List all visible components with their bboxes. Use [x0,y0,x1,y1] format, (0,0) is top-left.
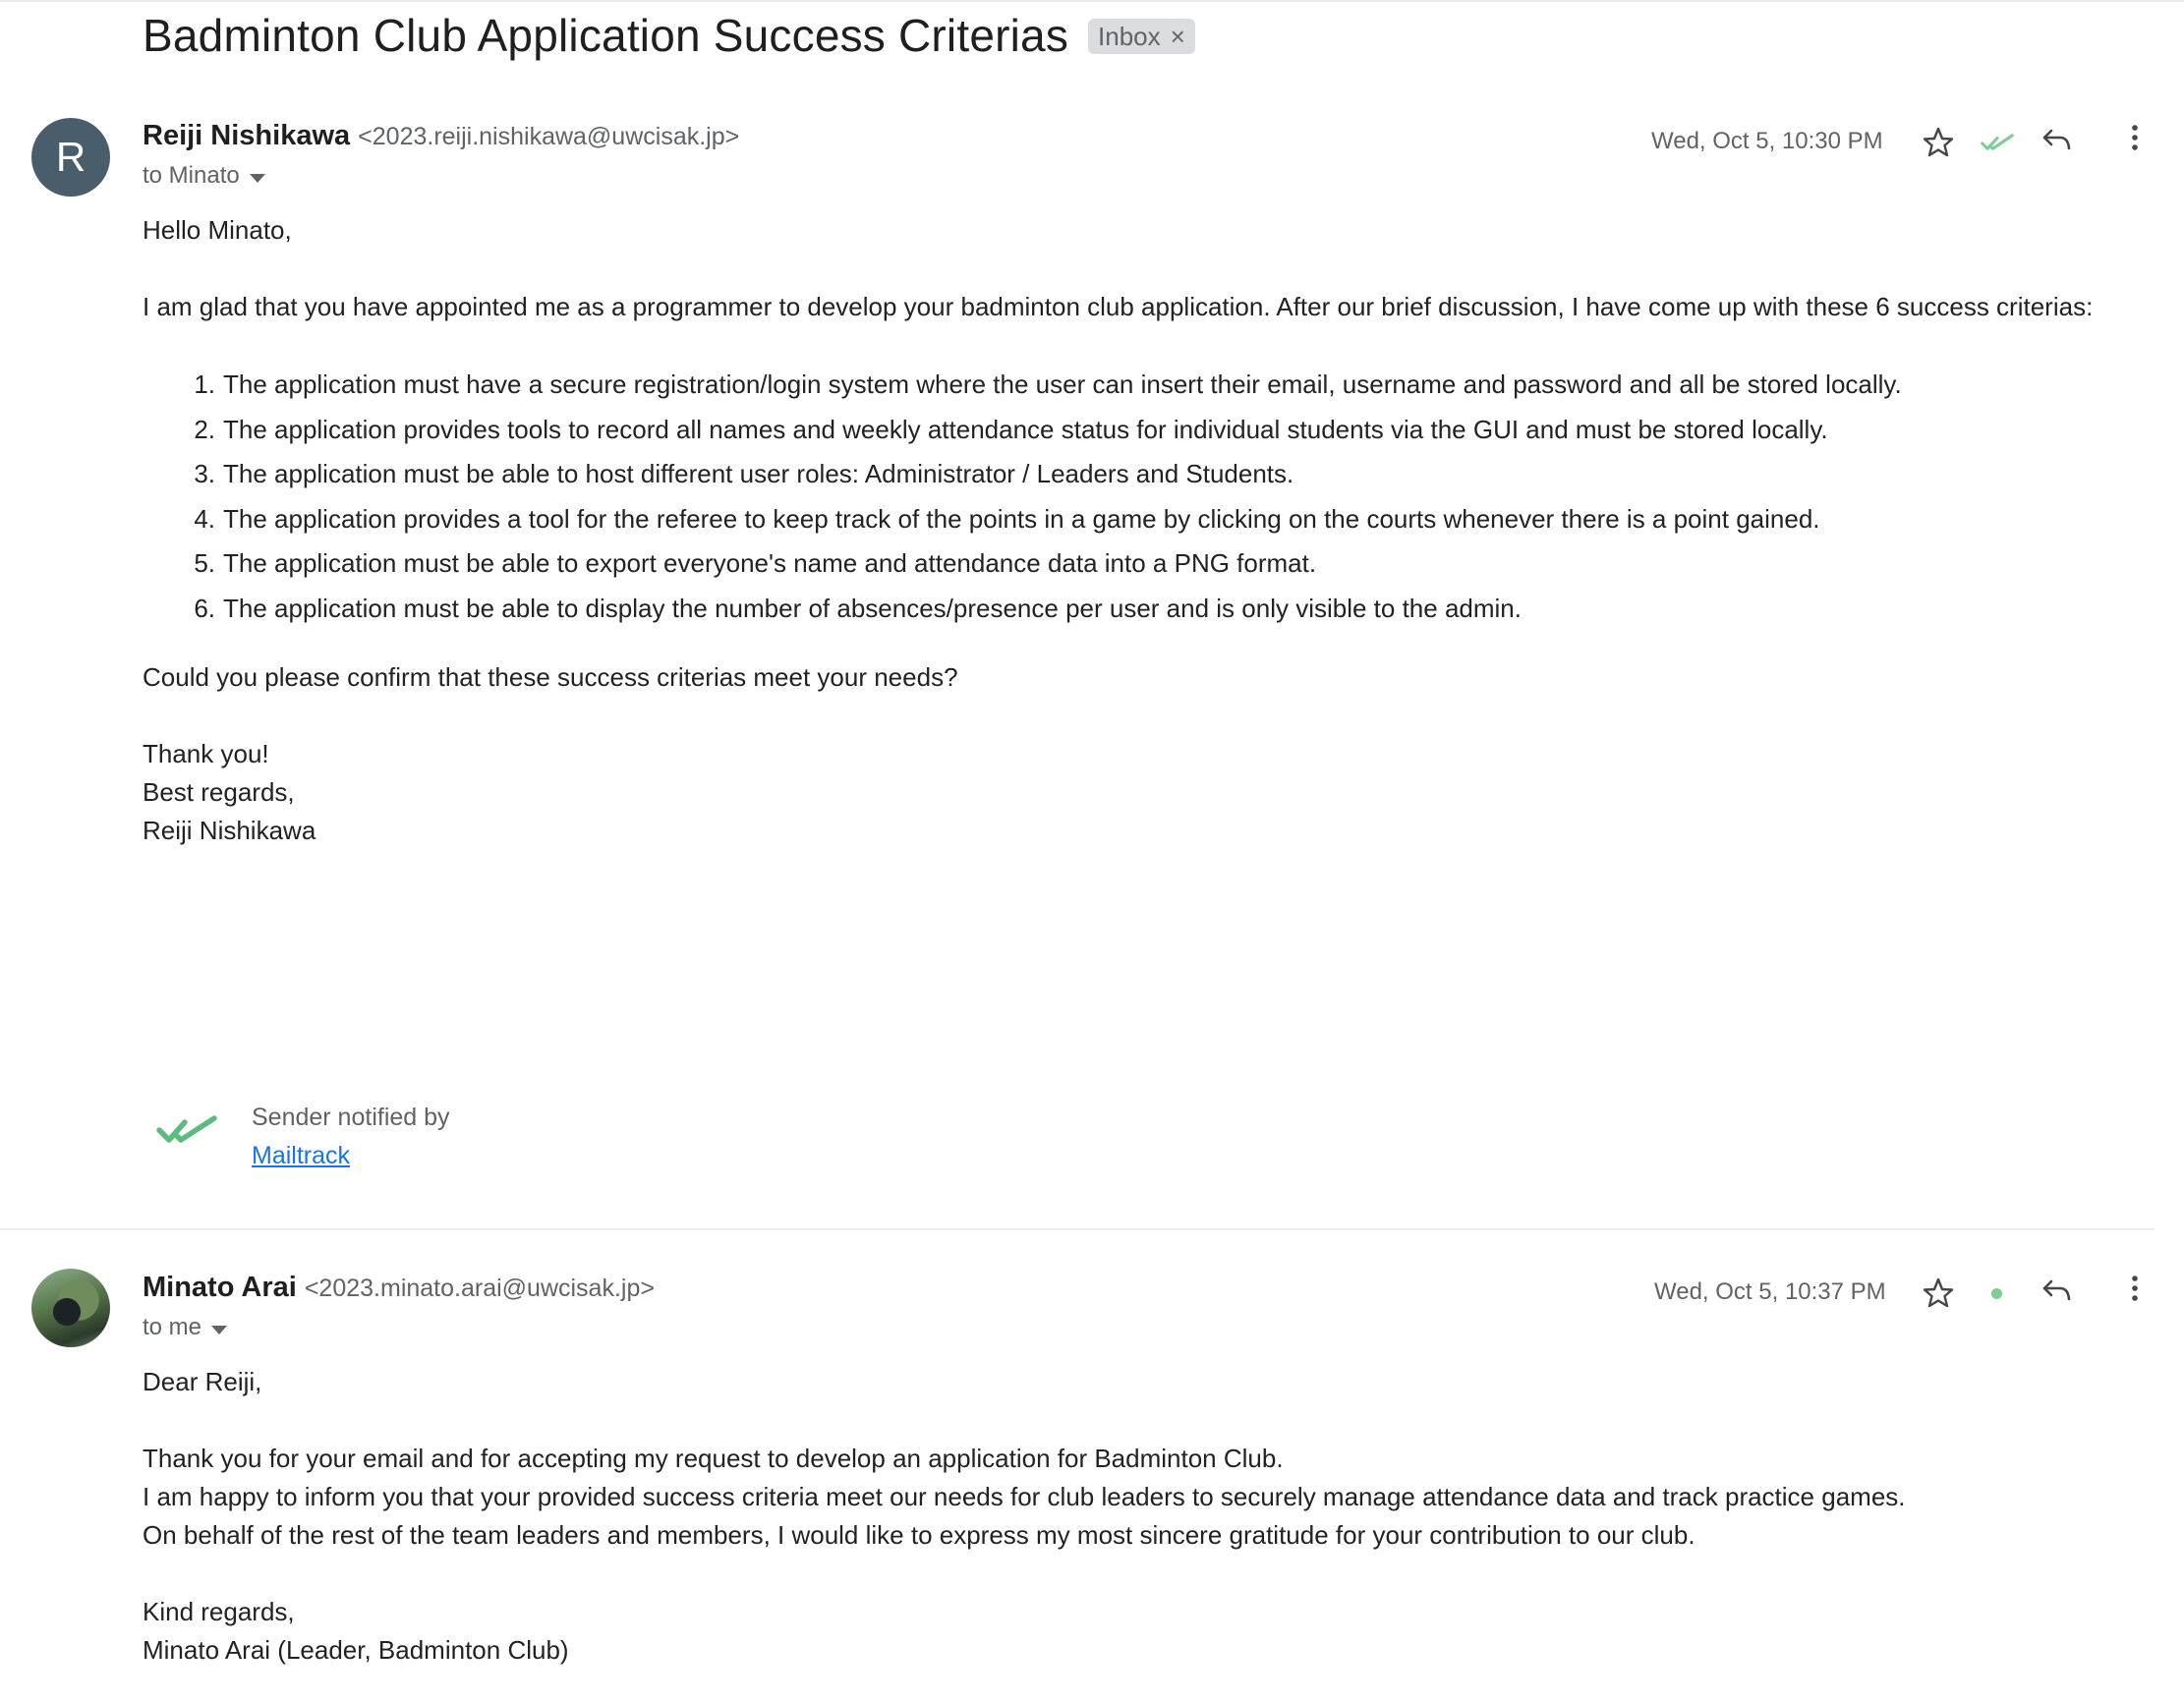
list-item: 4. The application provides a tool for th… [143,497,1902,542]
list-item: 5. The application must be able to export… [143,541,1902,587]
email-thread-view: Badminton Club Application Success Crite… [0,0,2184,1702]
message2-signature: Minato Arai (Leader, Badminton Club) [143,1635,569,1665]
mailtrack-check-icon [155,1110,220,1155]
message1-sender-line: Reiji Nishikawa <2023.reiji.nishikawa@uw… [143,120,739,152]
list-number: 5. [194,548,215,579]
star-icon[interactable] [1917,1272,1960,1315]
remove-label-icon[interactable]: × [1171,24,1185,49]
list-item: 6. The application must be able to displa… [143,587,1902,632]
list-item-text: The application provides tools to record… [223,414,1828,444]
list-item-text: The application must be able to host dif… [223,459,1294,489]
mailtrack-note-text: Sender notified by [252,1104,450,1131]
list-item-text: The application must have a secure regis… [223,369,1902,399]
message1-question: Could you please confirm that these succ… [143,662,958,692]
list-item: 1. The application must have a secure reg… [143,363,1902,408]
sender-email: <2023.minato.arai@uwcisak.jp> [304,1275,655,1302]
message1-greeting: Hello Minato, [143,215,292,245]
more-options-icon[interactable] [2113,116,2156,159]
thread-subject: Badminton Club Application Success Crite… [143,10,1069,61]
message2-line-1: Thank you for your email and for accepti… [143,1444,1284,1473]
inbox-label-chip[interactable]: Inbox × [1088,19,1195,54]
chevron-down-icon [249,173,265,183]
top-border [0,0,2184,2]
list-item-text: The application provides a tool for the … [223,503,1820,534]
label-chip-text: Inbox [1098,21,1161,51]
mailtrack-status-dot [1991,1288,2002,1299]
sender-avatar[interactable]: R [31,118,110,197]
list-number: 2. [194,414,215,444]
list-item-text: The application must be able to export e… [223,548,1317,579]
chevron-down-icon [211,1325,228,1334]
message1-signature: Reiji Nishikawa [143,816,316,845]
recipient-line: to me [143,1314,202,1340]
mailtrack-link[interactable]: Mailtrack [252,1137,450,1175]
list-item: 3. The application must be able to host d… [143,452,1902,497]
reply-icon[interactable] [2035,118,2078,161]
message1-closing-thanks: Thank you! [143,739,269,768]
list-number: 1. [194,369,215,399]
recipient-details-toggle[interactable]: to me [143,1314,228,1341]
list-item-text: The application must be able to display … [223,593,1522,623]
message2-line-2: I am happy to inform you that your provi… [143,1482,1906,1511]
message2-greeting: Dear Reiji, [143,1367,262,1396]
sender-avatar-photo[interactable] [31,1269,110,1347]
recipient-details-toggle[interactable]: to Minato [143,162,265,190]
more-options-icon[interactable] [2113,1267,2156,1310]
message1-date: Wed, Oct 5, 10:30 PM [1651,128,1883,154]
star-icon[interactable] [1917,121,1960,164]
success-criteria-list: 1. The application must have a secure reg… [143,363,1902,632]
message2-closing-regards: Kind regards, [143,1597,295,1626]
list-number: 6. [194,593,215,623]
message1-closing-regards: Best regards, [143,777,295,807]
list-number: 3. [194,459,215,489]
message2-sender-line: Minato Arai <2023.minato.arai@uwcisak.jp… [143,1272,655,1304]
reply-icon[interactable] [2035,1269,2078,1312]
mailtrack-signature: Sender notified by Mailtrack [252,1099,450,1175]
recipient-line: to Minato [143,162,240,189]
message-divider [0,1228,2155,1230]
list-item: 2. The application provides tools to reco… [143,408,1902,453]
sender-email: <2023.reiji.nishikawa@uwcisak.jp> [358,123,740,150]
message1-intro: I am glad that you have appointed me as … [143,292,2094,321]
message2-line-3: On behalf of the rest of the team leader… [143,1520,1695,1550]
sender-name[interactable]: Minato Arai [143,1272,297,1304]
message2-date: Wed, Oct 5, 10:37 PM [1654,1278,1886,1305]
list-number: 4. [194,503,215,534]
subject-row: Badminton Club Application Success Crite… [143,6,1195,65]
sender-name[interactable]: Reiji Nishikawa [143,120,350,152]
mailtrack-read-icon[interactable] [1976,121,2019,164]
